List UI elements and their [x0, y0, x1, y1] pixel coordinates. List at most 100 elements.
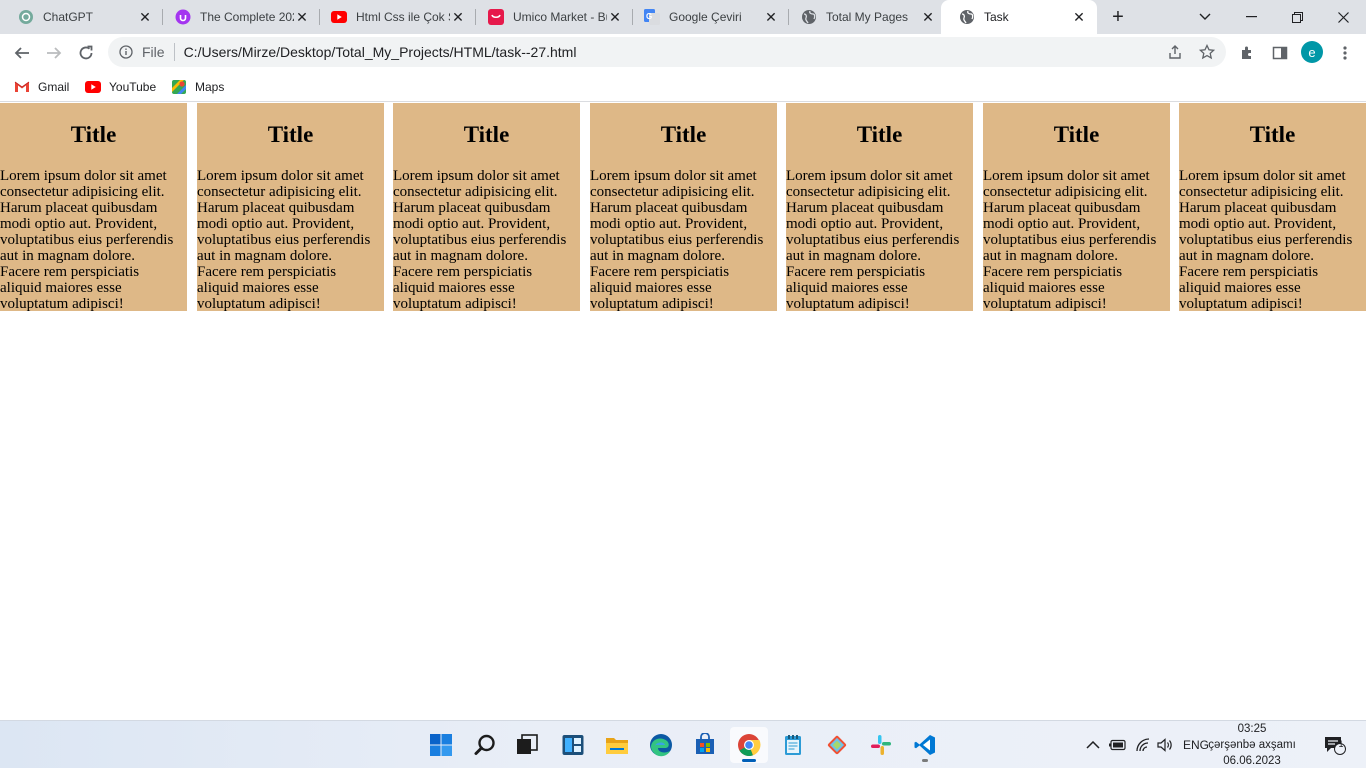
bookmark-youtube[interactable]: YouTube	[85, 76, 156, 98]
scheme-label: File	[142, 44, 165, 60]
bookmark-star-icon[interactable]	[1199, 44, 1215, 60]
tab-title: Task	[984, 10, 1009, 24]
reload-button[interactable]	[71, 38, 101, 68]
slack-icon[interactable]	[862, 727, 900, 763]
card-title: Title	[70, 122, 117, 147]
tab-chatgpt[interactable]: ChatGPT ✕	[0, 0, 163, 34]
close-icon[interactable]: ✕	[1071, 9, 1087, 25]
youtube-icon	[331, 9, 347, 25]
arrow-left-icon	[14, 47, 29, 59]
card-title: Title	[463, 122, 510, 147]
card-text: Lorem ipsum dolor sit amet consectetur ad…	[983, 168, 1157, 311]
address-bar[interactable]: File C:/Users/Mirze/Desktop/Total_My_Pro…	[108, 37, 1226, 67]
bookmark-label: Gmail	[38, 80, 70, 94]
task-view-icon[interactable]	[508, 727, 546, 763]
battery-icon[interactable]	[1109, 721, 1127, 768]
menu-kebab-icon[interactable]	[1333, 41, 1357, 65]
restore-button[interactable]	[1274, 0, 1320, 34]
back-button[interactable]	[7, 38, 37, 68]
umico-icon	[488, 9, 504, 25]
udemy-icon	[175, 9, 191, 25]
tab-title: Google Çeviri	[669, 10, 742, 24]
clock-time: 03:25	[1237, 723, 1267, 735]
card: Title Lorem ipsum dolor sit amet consecte…	[197, 103, 384, 311]
tab-strip: ChatGPT ✕ The Complete 2023 ✕ Html Css i…	[0, 0, 1366, 34]
card-text: Lorem ipsum dolor sit amet consectetur ad…	[590, 168, 764, 311]
tab-umico[interactable]: Umico Market - Bütün ✕	[470, 0, 633, 34]
google-translate-icon: G	[644, 9, 660, 25]
svg-text:G: G	[646, 12, 652, 21]
close-icon[interactable]: ✕	[920, 9, 936, 25]
close-icon[interactable]: ✕	[137, 9, 153, 25]
card-text: Lorem ipsum dolor sit amet consectetur ad…	[0, 168, 174, 311]
tab-total-my-pages[interactable]: Total My Pages ✕	[783, 0, 946, 34]
windows-taskbar: ENG 03:25 çərşənbə axşamı 06.06.2023 1	[0, 720, 1366, 768]
show-hidden-icons-chevron-up-icon[interactable]	[1086, 721, 1100, 768]
card: Title Lorem ipsum dolor sit amet consecte…	[0, 103, 187, 311]
tab-title: Umico Market - Bütün	[513, 10, 607, 24]
bookmark-label: Maps	[195, 80, 225, 94]
tab-youtube[interactable]: Html Css ile Çok Sayfalı ✕	[313, 0, 476, 34]
card-text: Lorem ipsum dolor sit amet consectetur ad…	[1179, 168, 1353, 311]
card: Title Lorem ipsum dolor sit amet consecte…	[590, 103, 777, 311]
bookmark-maps[interactable]: Maps	[171, 76, 224, 98]
notepad-icon[interactable]	[774, 727, 812, 763]
tab-title: Total My Pages	[826, 10, 909, 24]
windows-start-icon[interactable]	[422, 727, 460, 763]
volume-icon[interactable]	[1157, 721, 1173, 768]
close-icon[interactable]: ✕	[450, 9, 466, 25]
bookmark-gmail[interactable]: Gmail	[14, 76, 69, 98]
reload-icon	[79, 45, 93, 60]
card: Title Lorem ipsum dolor sit amet consecte…	[786, 103, 973, 311]
share-icon[interactable]	[1167, 44, 1183, 60]
card-text: Lorem ipsum dolor sit amet consectetur ad…	[197, 168, 371, 311]
git-icon[interactable]	[818, 727, 856, 763]
edge-icon[interactable]	[642, 727, 680, 763]
notification-center-icon[interactable]: 1	[1323, 721, 1347, 768]
url-text[interactable]: C:/Users/Mirze/Desktop/Total_My_Projects…	[184, 44, 577, 60]
bookmarks-bar: Gmail YouTube Maps	[0, 72, 1366, 102]
card-title: Title	[660, 122, 707, 147]
chrome-icon[interactable]	[730, 727, 768, 763]
card-title: Title	[856, 122, 903, 147]
youtube-icon	[85, 79, 101, 95]
card-title: Title	[1249, 122, 1296, 147]
tab-title: The Complete 2023	[200, 10, 294, 24]
close-window-button[interactable]	[1320, 0, 1366, 34]
side-panel-icon[interactable]	[1268, 41, 1292, 65]
close-icon[interactable]: ✕	[607, 9, 623, 25]
profile-avatar[interactable]: e	[1301, 41, 1323, 63]
browser-toolbar: File C:/Users/Mirze/Desktop/Total_My_Pro…	[0, 34, 1366, 72]
new-tab-button[interactable]: +	[1106, 5, 1130, 29]
system-clock[interactable]: 03:25 çərşənbə axşamı 06.06.2023	[1208, 721, 1296, 768]
card: Title Lorem ipsum dolor sit amet consecte…	[983, 103, 1170, 311]
tab-search-chevron-down-icon[interactable]	[1182, 0, 1228, 34]
page-viewport: Title Lorem ipsum dolor sit amet consecte…	[0, 103, 1366, 720]
extensions-puzzle-icon[interactable]	[1236, 41, 1260, 65]
tab-title: ChatGPT	[43, 10, 94, 24]
card: Title Lorem ipsum dolor sit amet consecte…	[393, 103, 580, 311]
tab-google-translate[interactable]: G Google Çeviri ✕	[626, 0, 789, 34]
input-language[interactable]: ENG	[1183, 721, 1209, 768]
clock-day: çərşənbə axşamı	[1208, 739, 1296, 751]
tab-udemy[interactable]: The Complete 2023 ✕	[157, 0, 320, 34]
card-title: Title	[267, 122, 314, 147]
card: Title Lorem ipsum dolor sit amet consecte…	[1179, 103, 1366, 311]
close-icon[interactable]: ✕	[294, 9, 310, 25]
minimize-button[interactable]	[1228, 0, 1274, 34]
notification-count: 1	[1338, 739, 1344, 749]
info-icon[interactable]	[118, 44, 134, 60]
widgets-icon[interactable]	[554, 727, 592, 763]
bookmark-label: YouTube	[109, 80, 157, 94]
search-icon[interactable]	[466, 727, 504, 763]
store-icon[interactable]	[686, 727, 724, 763]
tab-title: Html Css ile Çok Sayfalı	[356, 10, 450, 24]
file-explorer-icon[interactable]	[598, 727, 636, 763]
wifi-icon[interactable]	[1135, 721, 1151, 768]
close-icon[interactable]: ✕	[763, 9, 779, 25]
gmail-icon	[14, 79, 30, 95]
forward-button[interactable]	[39, 38, 69, 68]
tab-task[interactable]: Task ✕	[941, 0, 1097, 34]
vscode-icon[interactable]	[906, 727, 944, 763]
globe-icon	[801, 9, 817, 25]
